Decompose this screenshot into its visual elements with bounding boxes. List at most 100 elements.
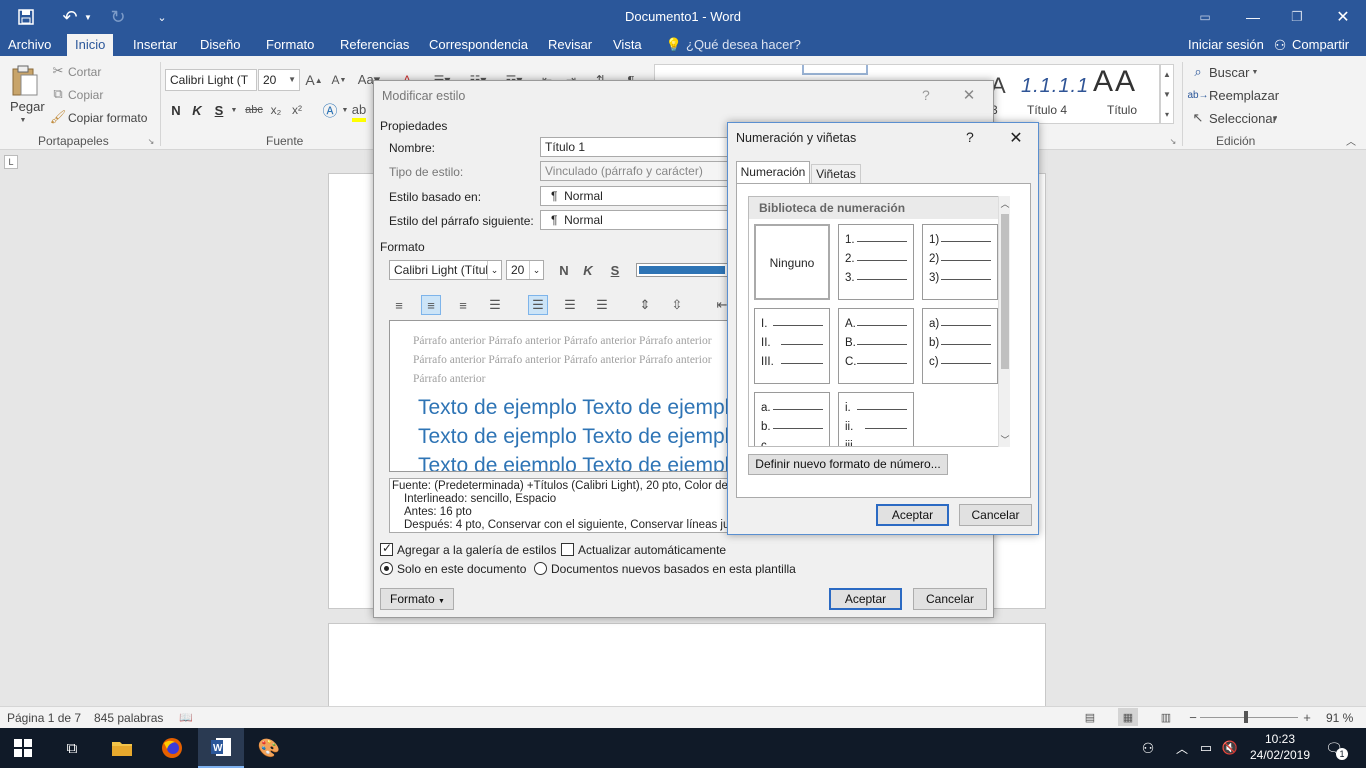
find-button[interactable]: Buscar xyxy=(1209,65,1249,80)
underline-button[interactable]: S xyxy=(607,260,623,280)
align-left-icon[interactable]: ≡ xyxy=(389,295,409,315)
ok-button[interactable]: Aceptar xyxy=(876,504,949,526)
clock-time[interactable]: 10:23 xyxy=(1248,732,1312,746)
justify-icon[interactable]: ☰ xyxy=(485,295,505,315)
numbering-format-option[interactable]: a) b) c) xyxy=(922,308,998,384)
spacing-before-icon[interactable]: ⇕ xyxy=(635,295,655,315)
align-center-icon[interactable]: ≡ xyxy=(421,295,441,315)
library-scrollbar[interactable]: ︿ ﹀ xyxy=(998,196,1010,447)
scroll-down-icon[interactable]: ﹀ xyxy=(999,432,1011,446)
text-effects-dropdown-icon[interactable]: ▼ xyxy=(340,100,350,120)
task-view-icon[interactable]: ⧉ xyxy=(60,738,84,758)
styles-down-icon[interactable]: ▼ xyxy=(1161,85,1173,103)
paste-button[interactable]: Pegar xyxy=(10,99,45,114)
tell-me-input[interactable]: ¿Qué desea hacer? xyxy=(686,37,801,52)
style-type-select[interactable]: Vinculado (párrafo y carácter) xyxy=(540,161,740,181)
highlight-icon[interactable]: ab xyxy=(352,100,366,122)
auto-update-checkbox[interactable] xyxy=(561,543,574,556)
underline-dropdown-icon[interactable]: ▼ xyxy=(228,100,240,120)
customize-toolbar-icon[interactable]: ⌄ xyxy=(152,7,172,27)
cancel-button[interactable]: Cancelar xyxy=(959,504,1032,526)
copy-button[interactable]: Copiar xyxy=(68,88,103,102)
clock-date[interactable]: 24/02/2019 xyxy=(1244,748,1316,762)
select-button[interactable]: Seleccionar xyxy=(1209,111,1277,126)
numbering-format-option[interactable]: a. b. c. xyxy=(754,392,830,446)
add-gallery-checkbox[interactable]: ✓ xyxy=(380,541,393,556)
tab-correspondencia[interactable]: Correspondencia xyxy=(421,34,536,56)
numbering-format-option[interactable]: I. II. III. xyxy=(754,308,830,384)
single-spacing-icon[interactable]: ☰ xyxy=(528,295,548,315)
text-effects-icon[interactable]: Ⓐ xyxy=(320,100,340,120)
close-icon[interactable]: ✕ xyxy=(1006,128,1026,148)
show-hidden-icons-icon[interactable]: ︿ xyxy=(1174,738,1190,758)
only-document-label[interactable]: Solo en este documento xyxy=(397,562,526,576)
styles-more-icon[interactable]: ▾ xyxy=(1161,105,1173,123)
cancel-button[interactable]: Cancelar xyxy=(913,588,987,610)
new-documents-label[interactable]: Documentos nuevos basados en esta planti… xyxy=(551,562,796,576)
paint-icon[interactable]: 🎨 xyxy=(256,737,282,759)
tab-insertar[interactable]: Insertar xyxy=(125,34,185,56)
zoom-level[interactable]: 91 % xyxy=(1326,711,1353,725)
redo-icon[interactable]: ↻ xyxy=(106,7,130,27)
shrink-font-icon[interactable]: A ▼ xyxy=(330,70,348,90)
share-button[interactable]: Compartir xyxy=(1292,37,1349,52)
windows-start-icon[interactable] xyxy=(12,738,34,758)
superscript-button[interactable]: x² xyxy=(289,100,305,120)
numbering-format-option[interactable]: A. B. C. xyxy=(838,308,914,384)
spacing-after-icon[interactable]: ⇳ xyxy=(667,295,687,315)
minimize-icon[interactable]: — xyxy=(1240,7,1266,27)
paste-icon[interactable] xyxy=(10,64,40,98)
add-gallery-label[interactable]: Agregar a la galería de estilos xyxy=(397,543,556,557)
zoom-in-icon[interactable]: + xyxy=(1300,709,1314,725)
replace-button[interactable]: Reemplazar xyxy=(1209,88,1279,103)
print-layout-icon[interactable]: ▦ xyxy=(1118,708,1138,726)
numbering-format-option[interactable]: i. ii. iii. xyxy=(838,392,914,446)
numbering-format-option[interactable]: 1. 2. 3. xyxy=(838,224,914,300)
network-icon[interactable]: ▭ xyxy=(1196,738,1216,758)
undo-icon[interactable]: ↶ xyxy=(58,7,82,27)
ok-button[interactable]: Aceptar xyxy=(829,588,902,610)
based-on-select[interactable]: ¶ Normal xyxy=(540,186,740,206)
find-dropdown-icon[interactable]: ▼ xyxy=(1250,66,1260,78)
clipboard-launcher-icon[interactable]: ↘ xyxy=(146,136,156,146)
tab-numbering[interactable]: Numeración xyxy=(736,161,810,184)
document-page-next[interactable] xyxy=(328,623,1046,713)
help-button[interactable]: ? xyxy=(922,87,930,103)
scroll-up-icon[interactable]: ︿ xyxy=(999,196,1011,210)
only-document-radio[interactable] xyxy=(380,562,393,575)
people-icon[interactable]: ⚇ xyxy=(1138,738,1158,758)
bold-button[interactable]: N xyxy=(556,260,572,280)
page-count[interactable]: Página 1 de 7 xyxy=(7,711,81,725)
tab-vista[interactable]: Vista xyxy=(605,34,650,56)
double-spacing-icon[interactable]: ☰ xyxy=(592,295,612,315)
close-icon[interactable]: ✕ xyxy=(1330,7,1356,27)
ribbon-display-options-icon[interactable]: ▭ xyxy=(1192,7,1218,27)
define-new-format-button[interactable]: Definir nuevo formato de número... xyxy=(748,454,948,475)
styles-up-icon[interactable]: ▲ xyxy=(1161,65,1173,83)
zoom-thumb[interactable] xyxy=(1244,711,1248,723)
numbering-none[interactable]: Ninguno xyxy=(754,224,830,300)
help-button[interactable]: ? xyxy=(966,129,974,145)
subscript-button[interactable]: x₂ xyxy=(268,100,284,120)
proofing-icon[interactable]: 📖 xyxy=(178,710,194,724)
format-menu-button[interactable]: Formato ▼ xyxy=(380,588,454,610)
zoom-out-icon[interactable]: − xyxy=(1186,709,1200,725)
tab-bullets[interactable]: Viñetas xyxy=(811,164,861,184)
style-title4-preview[interactable]: 1.1.1.1 xyxy=(1021,75,1089,98)
style-title-name[interactable]: Título xyxy=(1107,103,1137,117)
style-title4-name[interactable]: Título 4 xyxy=(1027,103,1067,117)
select-dropdown-icon[interactable]: ▼ xyxy=(1270,113,1280,125)
italic-button[interactable]: K xyxy=(580,260,596,280)
paste-dropdown-icon[interactable]: ▼ xyxy=(17,116,29,124)
collapse-ribbon-icon[interactable]: ︿ xyxy=(1344,134,1358,148)
tab-archivo[interactable]: Archivo xyxy=(0,34,59,56)
numbering-format-option[interactable]: 1) 2) 3) xyxy=(922,224,998,300)
zoom-slider[interactable] xyxy=(1200,717,1298,718)
volume-muted-icon[interactable]: 🔇 xyxy=(1220,738,1240,758)
strikethrough-button[interactable]: abc xyxy=(243,100,265,120)
web-layout-icon[interactable]: ▥ xyxy=(1158,710,1174,724)
tab-selector-icon[interactable]: L xyxy=(4,155,18,169)
save-icon[interactable] xyxy=(14,7,38,27)
new-documents-radio[interactable] xyxy=(534,562,547,575)
size-select[interactable]: 20 ⌄ xyxy=(506,260,544,280)
